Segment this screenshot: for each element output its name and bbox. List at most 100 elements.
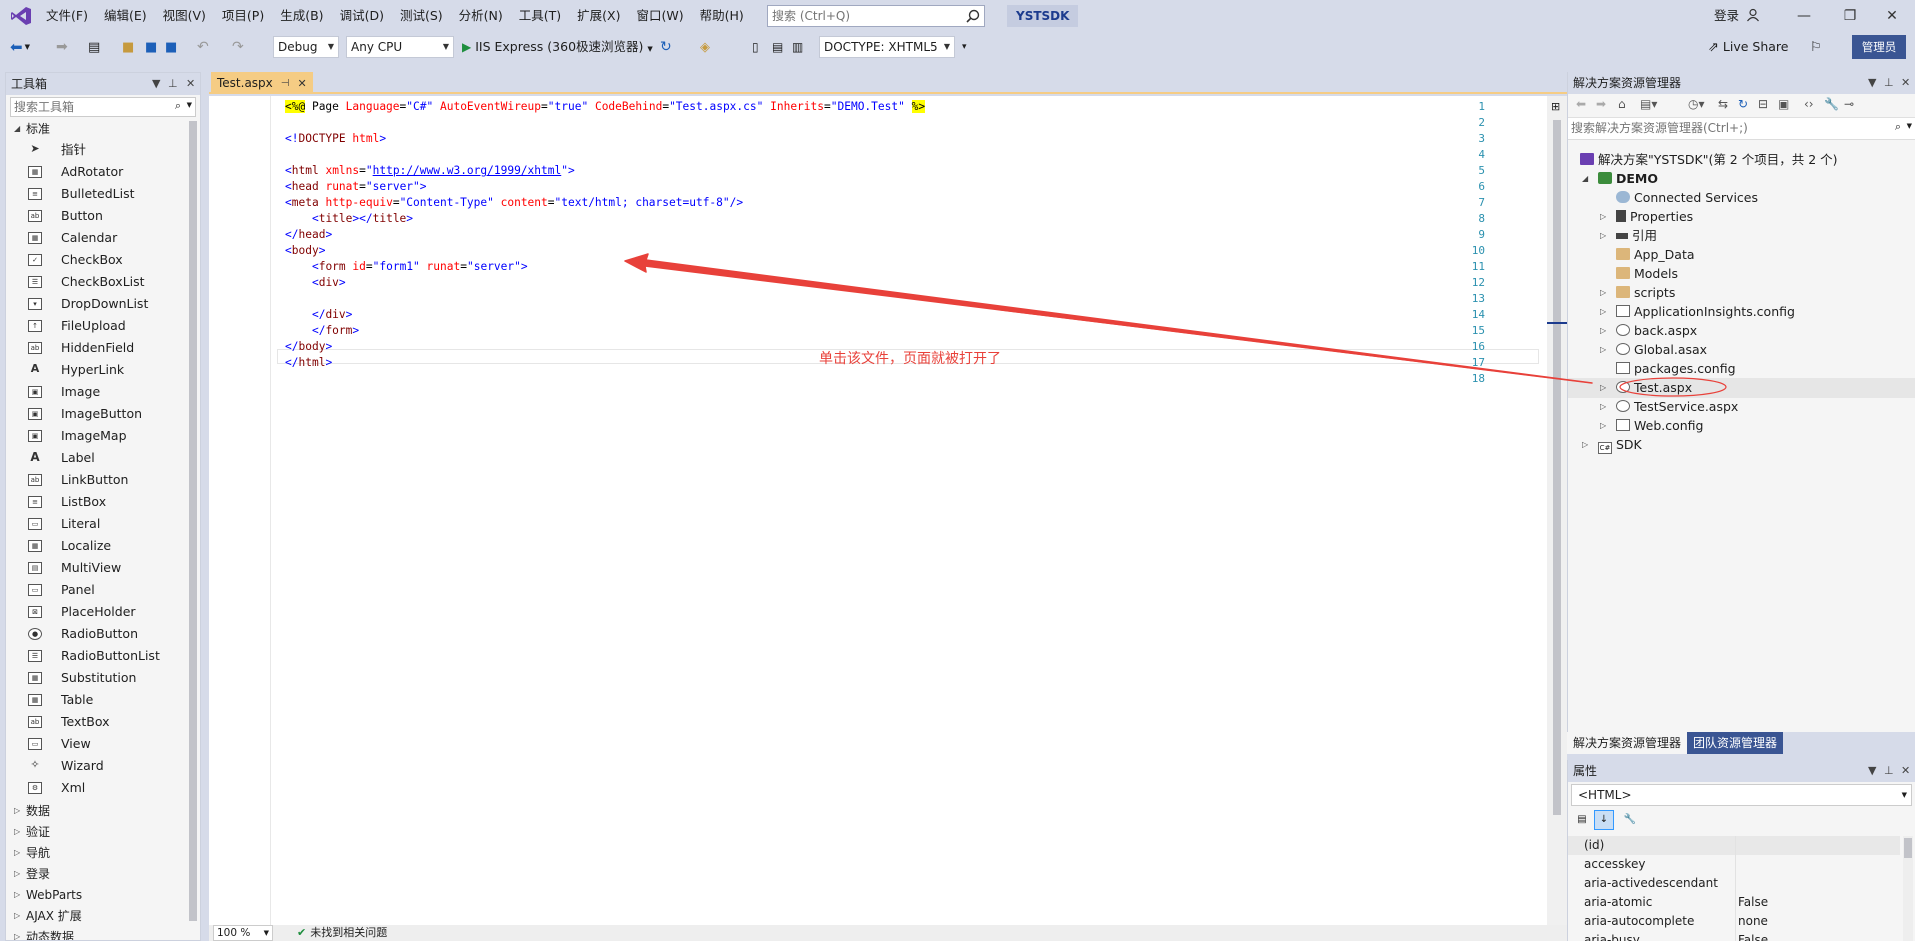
pin-icon[interactable]: ⊥	[168, 73, 178, 95]
tab-team-explorer[interactable]: 团队资源管理器	[1687, 732, 1784, 754]
refresh-icon[interactable]: ↻	[1738, 97, 1748, 111]
close-window-button[interactable]: ✕	[1869, 0, 1915, 32]
toolbox-item-substitution[interactable]: ▦ Substitution	[6, 667, 200, 689]
back-button[interactable]: ⬅ ▼	[10, 37, 30, 57]
menu-debug[interactable]: 调试(D)	[332, 0, 392, 32]
toolbox-item-dropdownlist[interactable]: ▾ DropDownList	[6, 293, 200, 315]
toolbox-item-label[interactable]: A Label	[6, 447, 200, 469]
save-all-button[interactable]: ■	[165, 37, 177, 57]
scrollbar-thumb[interactable]	[1904, 838, 1912, 858]
redo-button[interactable]: ↷	[232, 37, 244, 57]
forward-button[interactable]: ➡	[56, 37, 68, 57]
sign-in-link[interactable]: 登录	[1714, 0, 1739, 32]
alphabetical-icon[interactable]: ↓	[1594, 810, 1614, 830]
tree-global-asax[interactable]: ▷ Global.asax	[1600, 340, 1707, 359]
toolbox-group-dynamic-data[interactable]: ▷ 动态数据	[6, 927, 200, 940]
search-icon[interactable]	[966, 9, 980, 23]
pin-icon[interactable]: ⊥	[1884, 72, 1894, 94]
restore-button[interactable]: ❐	[1827, 0, 1873, 32]
window-position-button[interactable]: ▼	[1868, 72, 1876, 94]
toolbox-item-imagemap[interactable]: ▣ ImageMap	[6, 425, 200, 447]
property-row[interactable]: aria-autocomplete none	[1568, 912, 1900, 931]
toolbox-item-localize[interactable]: ▦ Localize	[6, 535, 200, 557]
save-button[interactable]: ■	[145, 37, 157, 57]
toolbox-scrollbar[interactable]	[189, 121, 197, 921]
tree-project-demo[interactable]: ◢ DEMO	[1582, 169, 1658, 188]
chevron-down-icon[interactable]: ▼	[1907, 122, 1912, 130]
live-share-button[interactable]: ⇗ Live Share	[1708, 37, 1788, 57]
solution-explorer-search-input[interactable]	[1568, 118, 1888, 138]
tree-packages-config[interactable]: packages.config	[1616, 359, 1736, 378]
property-value[interactable]: none	[1738, 912, 1768, 931]
toolbox-item-fileupload[interactable]: ↑ FileUpload	[6, 315, 200, 337]
tab-test-aspx[interactable]: Test.aspx ⊣ ✕	[211, 72, 313, 94]
toolbox-item-literal[interactable]: ▭ Literal	[6, 513, 200, 535]
properties-object-selector[interactable]: <HTML> ▼	[1571, 784, 1912, 806]
tab-solution-explorer[interactable]: 解决方案资源管理器	[1567, 732, 1688, 754]
menu-help[interactable]: 帮助(H)	[692, 0, 752, 32]
toolbox-item-xml[interactable]: ⚙ Xml	[6, 777, 200, 799]
undo-button[interactable]: ↶	[197, 37, 209, 57]
toolbox-group-navigation[interactable]: ▷ 导航	[6, 843, 200, 863]
minimize-button[interactable]: —	[1781, 0, 1827, 32]
chevron-down-icon[interactable]: ▼	[187, 101, 192, 109]
pin-icon[interactable]: ⊥	[1884, 760, 1894, 782]
menu-build[interactable]: 生成(B)	[272, 0, 331, 32]
menu-edit[interactable]: 编辑(E)	[96, 0, 155, 32]
menu-extensions[interactable]: 扩展(X)	[569, 0, 628, 32]
toolbox-group-data[interactable]: ▷ 数据	[6, 801, 200, 821]
close-panel-button[interactable]: ✕	[1901, 760, 1910, 782]
property-value[interactable]: False	[1738, 931, 1768, 941]
close-panel-button[interactable]: ✕	[186, 73, 195, 95]
toolbox-item-view[interactable]: ▭ View	[6, 733, 200, 755]
toolbox-group-standard[interactable]: ◢ 标准	[6, 119, 200, 139]
toolbox-item-placeholder[interactable]: ⊠ PlaceHolder	[6, 601, 200, 623]
properties-scrollbar[interactable]	[1903, 836, 1913, 941]
toolbox-item-bulletedlist[interactable]: ≡ BulletedList	[6, 183, 200, 205]
tree-references[interactable]: ▷ 引用	[1600, 226, 1657, 245]
tree-models[interactable]: Models	[1616, 264, 1678, 283]
platform-dropdown[interactable]: Any CPU ▼	[346, 36, 454, 58]
toolbox-item-listbox[interactable]: ≡ ListBox	[6, 491, 200, 513]
issues-indicator[interactable]: ✔ 未找到相关问题	[297, 925, 387, 941]
refresh-browser-button[interactable]: ↻	[660, 37, 672, 57]
user-icon[interactable]	[1746, 8, 1760, 22]
switch-views-icon[interactable]: ▤▾	[1640, 97, 1657, 111]
toolbox-item-panel[interactable]: ▭ Panel	[6, 579, 200, 601]
tree-properties[interactable]: ▷ Properties	[1600, 207, 1693, 226]
property-row[interactable]: (id)	[1568, 836, 1900, 855]
configuration-dropdown[interactable]: Debug ▼	[273, 36, 339, 58]
toolbox-item-wizard[interactable]: ✧ Wizard	[6, 755, 200, 777]
toolbox-item-adrotator[interactable]: ▦ AdRotator	[6, 161, 200, 183]
toolbox-group-webparts[interactable]: ▷ WebParts	[6, 885, 200, 905]
doctype-dropdown[interactable]: DOCTYPE: XHTML5 ▼	[819, 36, 955, 58]
sync-icon[interactable]: ⇆	[1718, 97, 1728, 111]
search-icon[interactable]: ⌕	[175, 99, 181, 113]
comment-button[interactable]: ▤	[772, 37, 783, 57]
window-position-button[interactable]: ▼	[152, 73, 160, 95]
scrollbar-thumb[interactable]	[1553, 120, 1561, 815]
toolbox-item-calendar[interactable]: ▦ Calendar	[6, 227, 200, 249]
menu-test[interactable]: 测试(S)	[392, 0, 451, 32]
toolbox-search-input[interactable]	[11, 98, 171, 116]
search-icon[interactable]: ⌕	[1895, 120, 1901, 134]
toolbox-item-hyperlink[interactable]: A HyperLink	[6, 359, 200, 381]
property-row[interactable]: accesskey	[1568, 855, 1900, 874]
tree-solution[interactable]: 解决方案"YSTSDK"(第 2 个项目，共 2 个)	[1580, 150, 1838, 169]
toolbox-item-table[interactable]: ▦ Table	[6, 689, 200, 711]
toolbox-item-pointer[interactable]: ➤ 指针	[6, 139, 200, 161]
view-code-icon[interactable]: ‹›	[1804, 97, 1814, 111]
close-tab-icon[interactable]: ✕	[298, 77, 307, 90]
tree-project-sdk[interactable]: ▷ C# SDK	[1582, 435, 1642, 454]
new-project-button[interactable]: ▤	[88, 37, 100, 57]
menu-analyze[interactable]: 分析(N)	[451, 0, 511, 32]
tree-connected-services[interactable]: Connected Services	[1616, 188, 1758, 207]
property-pages-icon[interactable]: 🔧	[1620, 810, 1640, 830]
toolbox-item-radiobuttonlist[interactable]: ☰ RadioButtonList	[6, 645, 200, 667]
quick-search-input[interactable]	[768, 6, 958, 26]
collapse-all-icon[interactable]: ⊟	[1758, 97, 1768, 111]
toolbox-item-linkbutton[interactable]: ab LinkButton	[6, 469, 200, 491]
uncomment-button[interactable]: ▥	[792, 37, 803, 57]
pending-changes-icon[interactable]: ◷▾	[1688, 97, 1705, 111]
close-panel-button[interactable]: ✕	[1901, 72, 1910, 94]
